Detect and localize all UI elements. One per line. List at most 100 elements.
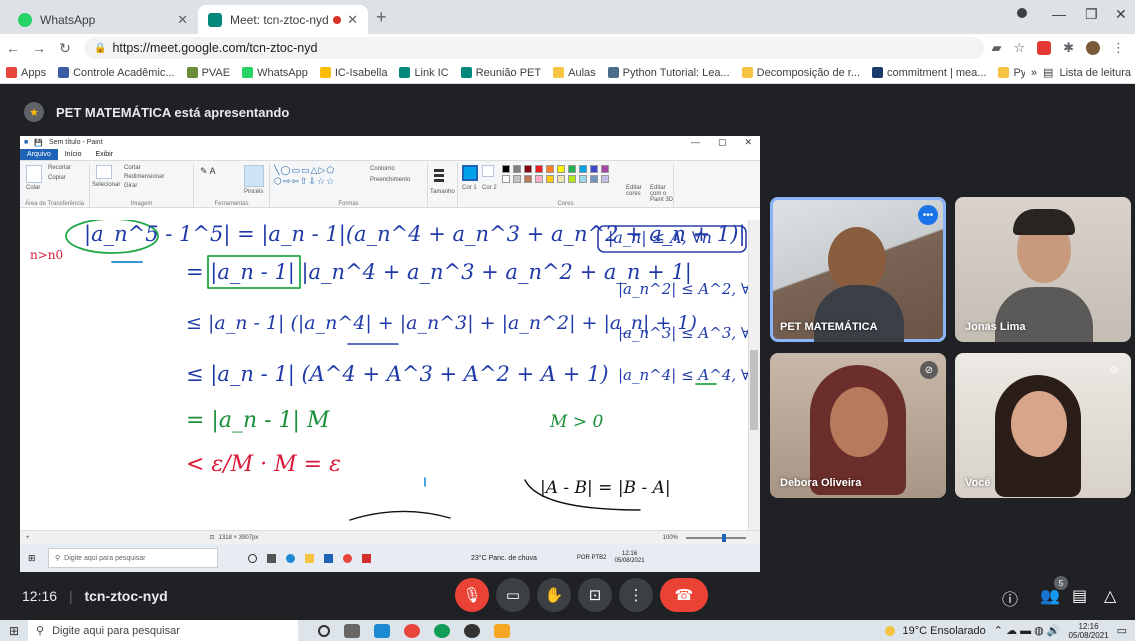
- bookmark-item[interactable]: Python Tutorial: Lea...: [607, 67, 730, 79]
- chrome-icon[interactable]: [404, 623, 420, 638]
- paint-icon: ■: [24, 139, 29, 146]
- pencil-icon: ✎ A: [200, 166, 216, 176]
- bookmark-item[interactable]: Reunião PET: [460, 67, 541, 79]
- extension-icon[interactable]: [1037, 41, 1052, 55]
- weather-icon: [884, 625, 895, 636]
- side-line-2: |a_n^2| ≤ A^2, ∀n: [618, 280, 760, 298]
- avatar[interactable]: [1086, 41, 1100, 55]
- search-icon: ⚲: [36, 625, 45, 637]
- bookmark-label: Controle Acadêmic...: [73, 66, 175, 79]
- palette-swatch: [579, 175, 587, 183]
- notifications-icon[interactable]: ▭: [1117, 624, 1127, 637]
- bookmark-item[interactable]: Decomposição de r...: [741, 67, 860, 79]
- bookmarks-bar: Apps Controle Acadêmic... PVAE WhatsApp IC-I…: [0, 62, 1135, 84]
- participant-tile-jonas[interactable]: Jonas Lima: [955, 197, 1131, 342]
- paste-icon: [26, 165, 42, 183]
- mic-off-icon: ⊘: [1109, 364, 1119, 376]
- bookmark-icon: [399, 67, 411, 78]
- close-icon[interactable]: ✕: [347, 12, 358, 28]
- bookmark-item[interactable]: Link IC: [399, 67, 449, 79]
- close-icon[interactable]: ✕: [177, 12, 188, 28]
- bookmark-item[interactable]: Controle Acadêmic...: [58, 67, 175, 79]
- taskbar-search[interactable]: ⚲ Digite aqui para pesquisar: [28, 620, 298, 641]
- close-window-icon[interactable]: ✕: [1115, 6, 1127, 23]
- star-icon[interactable]: ☆: [1013, 40, 1025, 56]
- menu-exibir: Exibir: [95, 151, 113, 158]
- more-options-button[interactable]: ⋮: [619, 578, 653, 612]
- new-tab-icon[interactable]: +: [376, 7, 387, 28]
- rotate-label: Girar: [124, 183, 138, 189]
- palette-swatch: [502, 175, 510, 183]
- camera-icon[interactable]: ▰: [991, 40, 1001, 56]
- activities-icon[interactable]: △: [1104, 586, 1116, 606]
- participant-tile-pet[interactable]: ••• PET MATEMÁTICA: [770, 197, 946, 342]
- palette-swatch: [568, 175, 576, 183]
- hand-icon: ✋: [544, 587, 564, 604]
- tray-icons[interactable]: ⌃ ☁ ▬ ◍ 🔊: [994, 624, 1061, 637]
- leave-call-button[interactable]: ☎: [660, 578, 708, 612]
- present-icon: ⊡: [588, 587, 602, 604]
- group-tools: ✎ A Pincéis Ferramentas: [194, 163, 270, 207]
- mic-toggle-button[interactable]: 🎙: [455, 578, 489, 612]
- weather-text[interactable]: 19°C Ensolarado: [903, 625, 986, 637]
- chat-icon[interactable]: ▤: [1072, 586, 1087, 606]
- lock-icon: 🔒: [94, 42, 107, 54]
- inner-lang: POR PTB2: [576, 555, 607, 561]
- tab-meet[interactable]: Meet: tcn-ztoc-nyd ✕: [198, 5, 368, 34]
- file-explorer-icon[interactable]: [374, 623, 390, 638]
- meeting-details-icon[interactable]: ⓘ: [1002, 586, 1018, 610]
- meet-controls-bar: 12:16 | tcn-ztoc-nyd 🎙 ▭ ✋ ⊡ ⋮ ☎ ⓘ 👥 5 ▤ …: [0, 572, 1135, 620]
- participant-name: Você: [965, 477, 991, 489]
- chevron-double-icon[interactable]: »: [1031, 67, 1037, 79]
- bookmark-item[interactable]: Apps: [6, 67, 46, 79]
- size-icon: ▬ ▬ ▬: [434, 164, 444, 185]
- puzzle-icon[interactable]: ✱: [1063, 40, 1074, 56]
- raise-hand-button[interactable]: ✋: [537, 578, 571, 612]
- profile-icon[interactable]: [1017, 8, 1027, 18]
- back-icon[interactable]: ←: [0, 40, 26, 56]
- bookmark-item[interactable]: IC-Isabella: [319, 67, 387, 79]
- inner-weather: 23°C Panc. de chuva: [471, 554, 537, 562]
- task-view-icon[interactable]: [344, 623, 360, 638]
- palette-swatch: [601, 165, 609, 173]
- reload-icon[interactable]: ↻: [52, 40, 78, 57]
- edge-icon[interactable]: [434, 623, 450, 638]
- obs-icon[interactable]: [464, 623, 480, 638]
- canvas-scrollbar: [748, 220, 760, 562]
- camera-toggle-button[interactable]: ▭: [496, 578, 530, 612]
- tab-title: Meet: tcn-ztoc-nyd: [230, 12, 329, 27]
- bookmark-item[interactable]: Aulas: [553, 67, 596, 79]
- participant-body: [995, 287, 1093, 342]
- minimize-icon[interactable]: —: [1052, 6, 1066, 22]
- cortana-icon[interactable]: [318, 624, 330, 637]
- brush-icon: [244, 165, 264, 187]
- bookmark-item[interactable]: WhatsApp: [242, 67, 308, 79]
- participant-name: PET MATEMÁTICA: [780, 321, 878, 333]
- participant-tile-debora[interactable]: ⊘ Debora Oliveira: [770, 353, 946, 498]
- inner-clock: 12:16 05/08/2021: [614, 551, 645, 564]
- forward-icon[interactable]: →: [26, 40, 52, 56]
- participant-tile-voce[interactable]: ⊘ Você: [955, 353, 1131, 498]
- taskbar-apps: [318, 623, 510, 638]
- maximize-icon[interactable]: ❐: [1085, 6, 1098, 23]
- palette-swatch: [513, 175, 521, 183]
- address-bar[interactable]: 🔒 https://meet.google.com/tcn-ztoc-nyd: [84, 37, 984, 59]
- shapes-icon: ⬡⇨⇦⇧⇩☆☆: [274, 176, 336, 186]
- more-vert-icon: ⋮: [628, 587, 644, 604]
- windows-start-icon[interactable]: ⊞: [0, 624, 28, 638]
- tab-whatsapp[interactable]: WhatsApp ✕: [8, 5, 198, 34]
- present-button[interactable]: ⊡: [578, 578, 612, 612]
- inner-search-box: ⚲ Digite aqui para pesquisar: [48, 548, 218, 568]
- url-text: https://meet.google.com/tcn-ztoc-nyd: [112, 41, 318, 55]
- bookmark-item[interactable]: commitment | mea...: [872, 67, 986, 79]
- app-icon[interactable]: [494, 623, 510, 638]
- people-icon[interactable]: 👥 5: [1040, 576, 1068, 606]
- reading-list-button[interactable]: » ▤ Lista de leitura: [1024, 66, 1131, 79]
- taskbar-clock[interactable]: 12:16 05/08/2021: [1069, 622, 1109, 640]
- group-label: Imagem: [130, 201, 153, 207]
- bookmark-item[interactable]: PVAE: [186, 67, 230, 79]
- reading-list-label: Lista de leitura: [1059, 66, 1131, 79]
- more-options-icon[interactable]: •••: [918, 205, 938, 225]
- menu-icon[interactable]: ⋮: [1112, 40, 1125, 56]
- board-line-5: = |a_n - 1| M: [186, 408, 330, 433]
